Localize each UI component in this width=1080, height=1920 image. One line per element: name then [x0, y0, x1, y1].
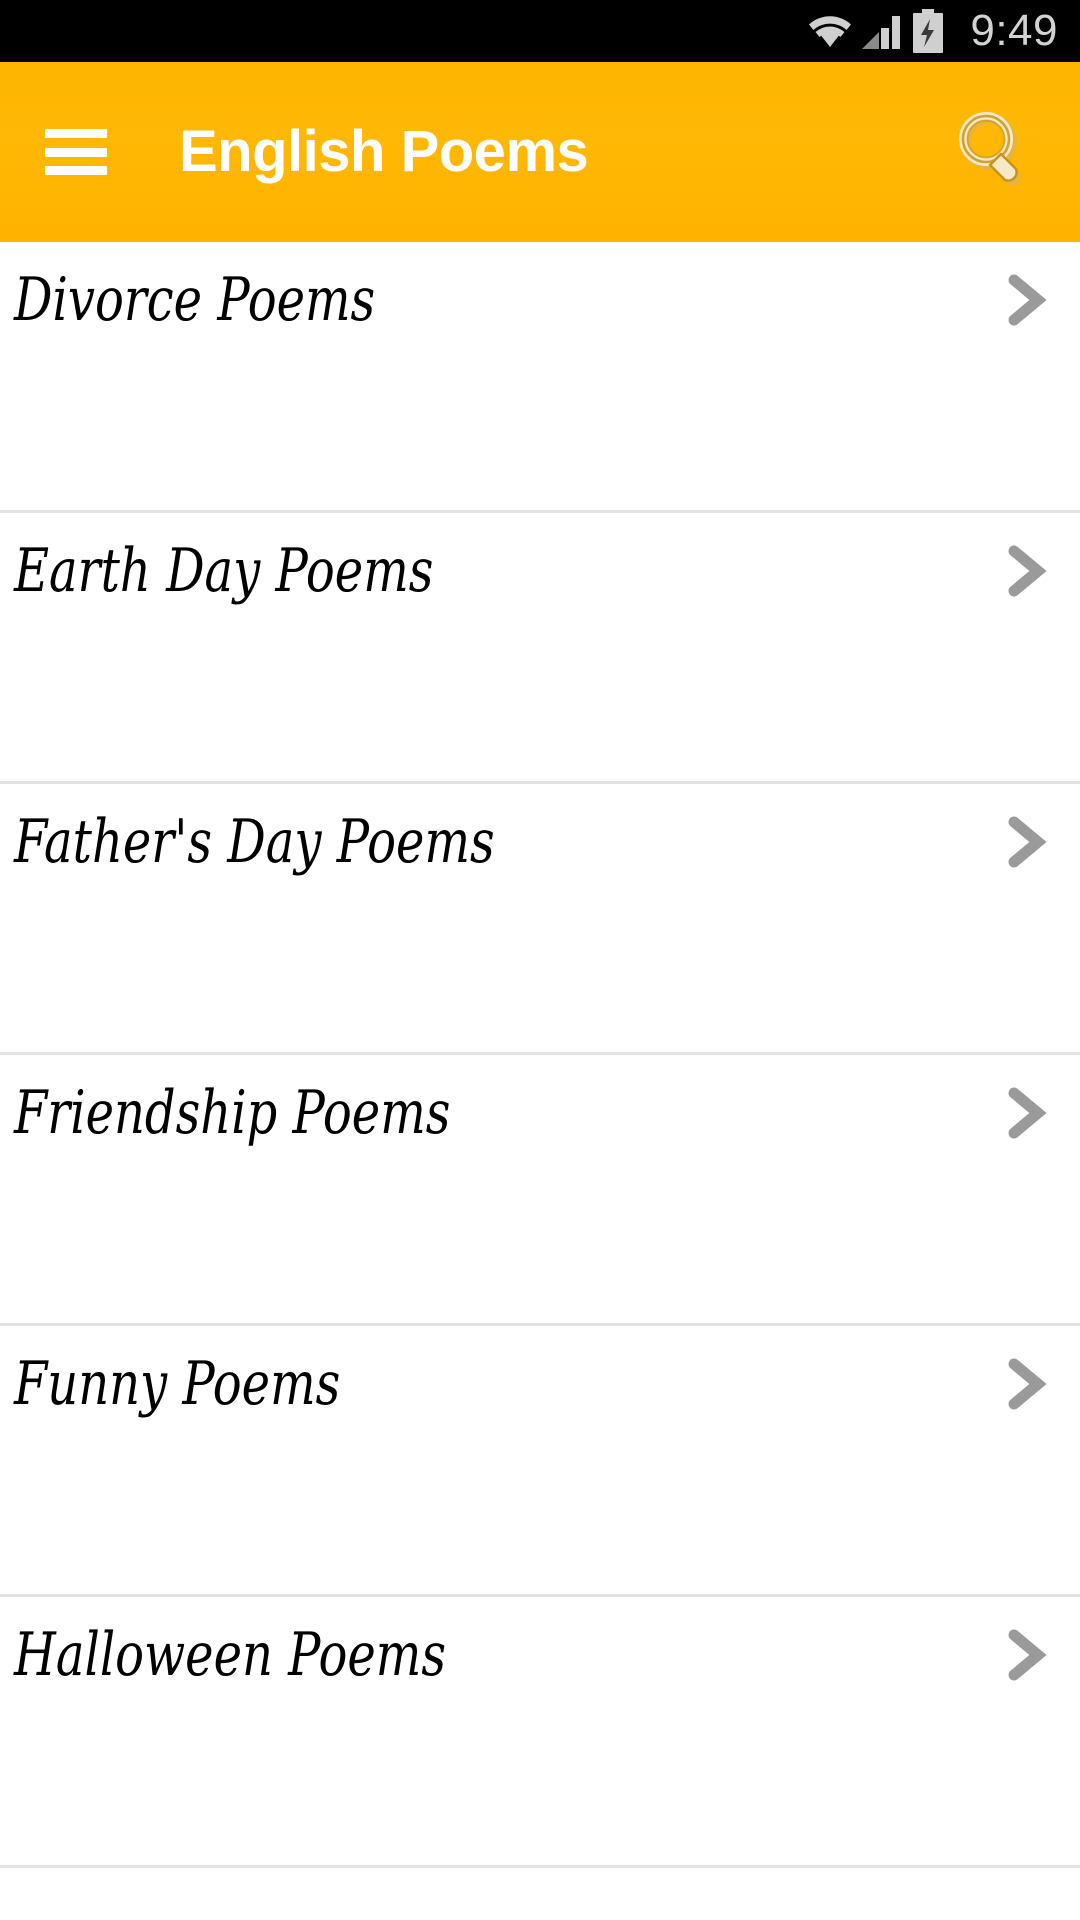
hamburger-line-top — [45, 129, 107, 138]
chevron-right-icon — [994, 268, 1058, 332]
battery-charging-icon — [911, 9, 945, 53]
chevron-right-icon — [994, 1081, 1058, 1145]
chevron-right-icon — [994, 1352, 1058, 1416]
status-bar-icons: 9:49 — [807, 9, 1058, 53]
chevron-right-icon — [994, 539, 1058, 603]
wifi-icon — [807, 13, 853, 49]
list-item[interactable]: Halloween Poems — [0, 1597, 1080, 1868]
app-bar: English Poems — [0, 62, 1080, 242]
status-bar: 9:49 — [0, 0, 1080, 62]
list-item-label: Funny Poems — [14, 1349, 341, 1419]
hamburger-line-middle — [45, 147, 107, 157]
list-item-label: Divorce Poems — [14, 265, 376, 335]
page-title: English Poems — [179, 119, 589, 184]
list-item-label: Earth Day Poems — [14, 536, 434, 606]
list-item[interactable]: Funny Poems — [0, 1326, 1080, 1597]
hamburger-menu-icon[interactable] — [45, 129, 107, 175]
list-item[interactable]: Earth Day Poems — [0, 513, 1080, 784]
list-item-label: Father's Day Poems — [14, 807, 495, 877]
status-bar-clock: 9:49 — [970, 6, 1058, 55]
list-item[interactable]: Father's Day Poems — [0, 784, 1080, 1055]
hamburger-line-bottom — [45, 166, 107, 175]
list-item[interactable]: Divorce Poems — [0, 242, 1080, 513]
list-item-label: Halloween Poems — [14, 1620, 446, 1690]
chevron-right-icon — [994, 1623, 1058, 1687]
cellular-signal-icon — [862, 12, 902, 50]
search-icon[interactable] — [953, 106, 1045, 198]
chevron-right-icon — [994, 810, 1058, 874]
poem-category-list: Divorce Poems Earth Day Poems Father's D… — [0, 242, 1080, 1920]
list-item-label: Friendship Poems — [14, 1078, 451, 1148]
list-item[interactable]: Friendship Poems — [0, 1055, 1080, 1326]
